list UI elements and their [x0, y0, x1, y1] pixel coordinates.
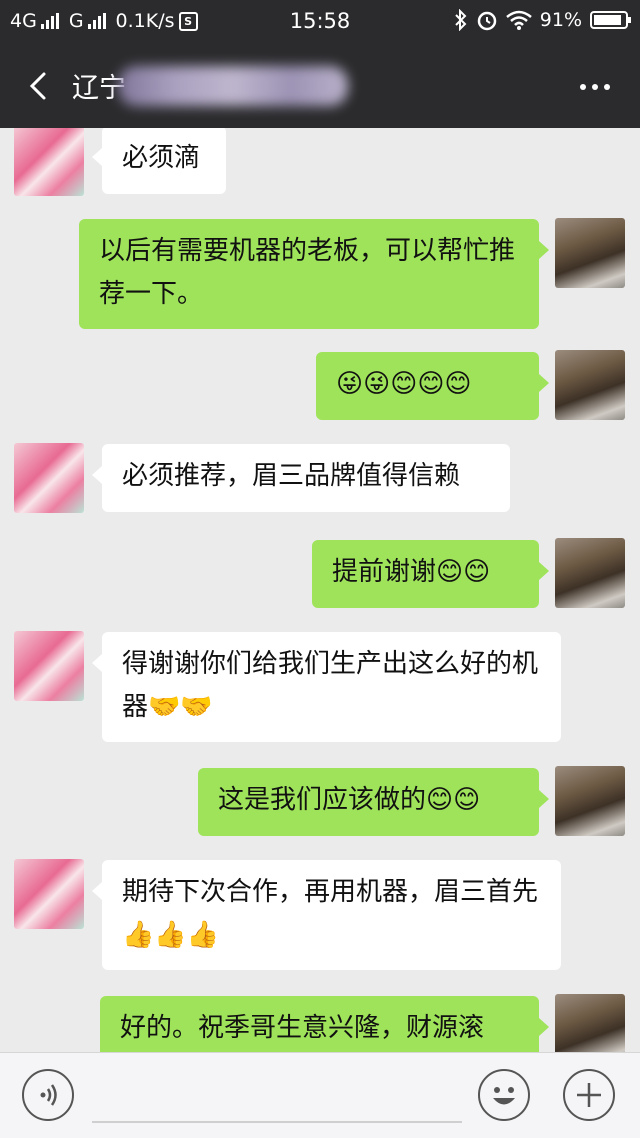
message-bubble-sent[interactable]: 提前谢谢😊😊 — [312, 540, 549, 608]
avatar-self[interactable] — [555, 538, 625, 608]
avatar-self[interactable] — [555, 766, 625, 836]
avatar-contact[interactable] — [14, 128, 84, 196]
voice-button[interactable] — [22, 1069, 74, 1121]
chat-area[interactable]: 必须滴 以后有需要机器的老板，可以帮忙推荐一下。 😜😜😊😊😊 必须推荐，眉三品牌… — [0, 128, 640, 1052]
message-bubble-received[interactable]: 必须滴 — [92, 128, 226, 194]
wifi-icon — [505, 10, 532, 30]
avatar-self[interactable] — [555, 994, 625, 1052]
avatar-contact[interactable] — [14, 443, 84, 513]
avatar-self[interactable] — [555, 350, 625, 420]
emoji-button[interactable] — [478, 1069, 530, 1121]
avatar-contact[interactable] — [14, 859, 84, 929]
bluetooth-icon — [455, 9, 467, 31]
battery-percent: 91% — [539, 9, 582, 31]
message-bubble-sent[interactable]: 这是我们应该做的😊😊 — [198, 768, 549, 836]
message-bubble-sent[interactable]: 😜😜😊😊😊 — [316, 352, 549, 420]
avatar-self[interactable] — [555, 218, 625, 288]
message-bubble-received[interactable]: 期待下次合作，再用机器，眉三首先👍👍👍 — [92, 860, 561, 970]
emoji-icon — [493, 1087, 515, 1105]
more-dots-icon[interactable] — [580, 84, 610, 90]
battery-icon — [590, 11, 631, 29]
status-bar: 4G G 0.1K/s S 15:58 91% — [0, 0, 640, 44]
chevron-left-icon[interactable] — [20, 66, 60, 106]
message-bubble-received[interactable]: 必须推荐，眉三品牌值得信赖 — [92, 444, 510, 512]
chat-header: 辽宁 — [0, 44, 640, 128]
avatar-contact[interactable] — [14, 631, 84, 701]
input-bar — [0, 1052, 640, 1138]
message-bubble-received[interactable]: 得谢谢你们给我们生产出这么好的机器🤝🤝 — [92, 632, 561, 742]
alarm-icon — [477, 11, 497, 31]
blurred-title-region — [118, 66, 348, 106]
plus-button[interactable] — [563, 1069, 615, 1121]
plus-icon — [577, 1083, 601, 1107]
message-bubble-sent[interactable]: 好的。祝季哥生意兴隆，财源滚 — [100, 996, 549, 1052]
message-input[interactable] — [92, 1121, 462, 1123]
message-bubble-sent[interactable]: 以后有需要机器的老板，可以帮忙推荐一下。 — [79, 219, 549, 329]
voice-icon — [40, 1084, 57, 1106]
